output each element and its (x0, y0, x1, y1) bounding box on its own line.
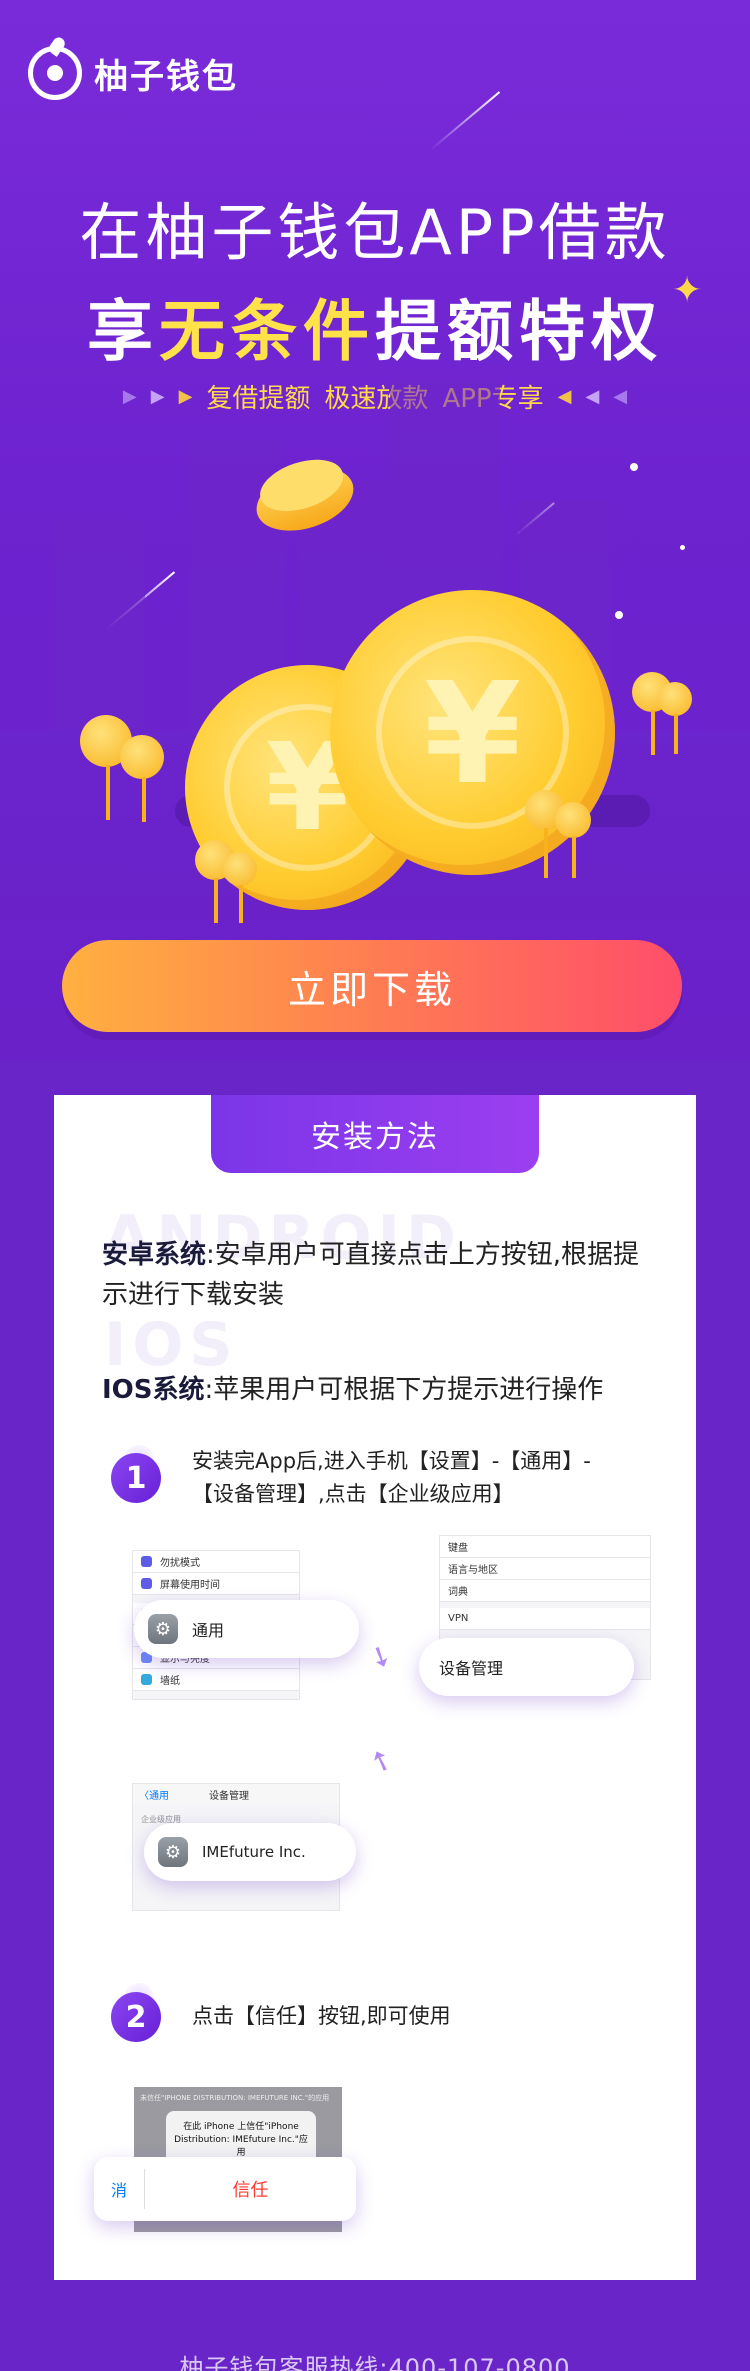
tree-decoration (80, 715, 170, 825)
arrow-right-icon: ▶ (150, 386, 165, 407)
headline-line1: 在柚子钱包APP借款 (79, 196, 671, 269)
pomelo-logo-icon (28, 46, 82, 100)
hero-banner: 柚子钱包 在柚子钱包APP借款 享无条件提额特权 ✦ ▶ ▶ ▶ 复借提额 极速… (0, 0, 750, 1060)
enterprise-app-pill: ⚙ IMEfuture Inc. (144, 1823, 356, 1881)
download-button[interactable]: 立即下载 (62, 940, 682, 1032)
arrow-right-icon: ▶ (122, 386, 137, 407)
headline-highlight: 无条件 (159, 293, 375, 370)
star-dot (680, 545, 685, 550)
android-title: 安卓系统 (102, 1240, 207, 1270)
tree-decoration (195, 840, 270, 930)
ios-title: IOS系统 (102, 1375, 205, 1405)
shooting-star (429, 91, 501, 151)
arrow-left-icon: ◀ (557, 386, 572, 407)
device-management-pill: 设备管理 (419, 1638, 634, 1696)
step-1-badge: 1 (111, 1453, 161, 1503)
arrow-right-icon: ▶ (178, 386, 193, 407)
pointer-arrow-icon: ➘ (364, 1741, 398, 1782)
trust-button: 信任 (232, 2180, 269, 2201)
tree-decoration (632, 672, 702, 762)
general-pill: ⚙ 通用 (134, 1600, 359, 1658)
brand-logo: 柚子钱包 (28, 46, 238, 100)
trust-pill: 消 信任 (94, 2157, 356, 2221)
cancel-fragment: 消 (110, 2181, 127, 2200)
headline-line2: 享无条件提额特权 (87, 293, 663, 370)
gear-icon: ⚙ (158, 1837, 188, 1867)
install-guide-card: 安装方法 ANDROID 安卓系统:安卓用户可直接点击上方按钮,根据提示进行下载… (54, 1095, 696, 2280)
feature-tags: ▶ ▶ ▶ 复借提额 极速放款 APP专享 ◀ ◀ ◀ (0, 378, 750, 415)
arrow-left-icon: ◀ (585, 386, 600, 407)
step-1-text: 安装完App后,进入手机【设置】-【通用】-【设备管理】,点击【企业级应用】 (192, 1449, 591, 1506)
customer-service-hotline: 柚子钱包客服热线:400-107-0800 (179, 2354, 571, 2371)
pointer-arrow-icon: ➘ (363, 1636, 399, 1677)
gear-icon: ⚙ (148, 1614, 178, 1644)
step-2-text: 点击【信任】按钮,即可使用 (192, 2004, 451, 2028)
tag-reborrow: 复借提额 (206, 384, 311, 414)
brand-name: 柚子钱包 (94, 56, 238, 97)
star-dot (615, 611, 623, 619)
tree-decoration (525, 790, 605, 890)
step-2-badge: 2 (111, 1992, 161, 2042)
ios-instructions: IOS系统:苹果用户可根据下方提示进行操作 (102, 1375, 604, 1405)
android-instructions: 安卓系统:安卓用户可直接点击上方按钮,根据提示进行下载安装 (102, 1240, 640, 1310)
star-dot (630, 463, 638, 471)
arrow-left-icon: ◀ (613, 386, 628, 407)
sparkle-icon: ✦ (672, 270, 703, 311)
install-method-tab: 安装方法 (211, 1095, 539, 1173)
